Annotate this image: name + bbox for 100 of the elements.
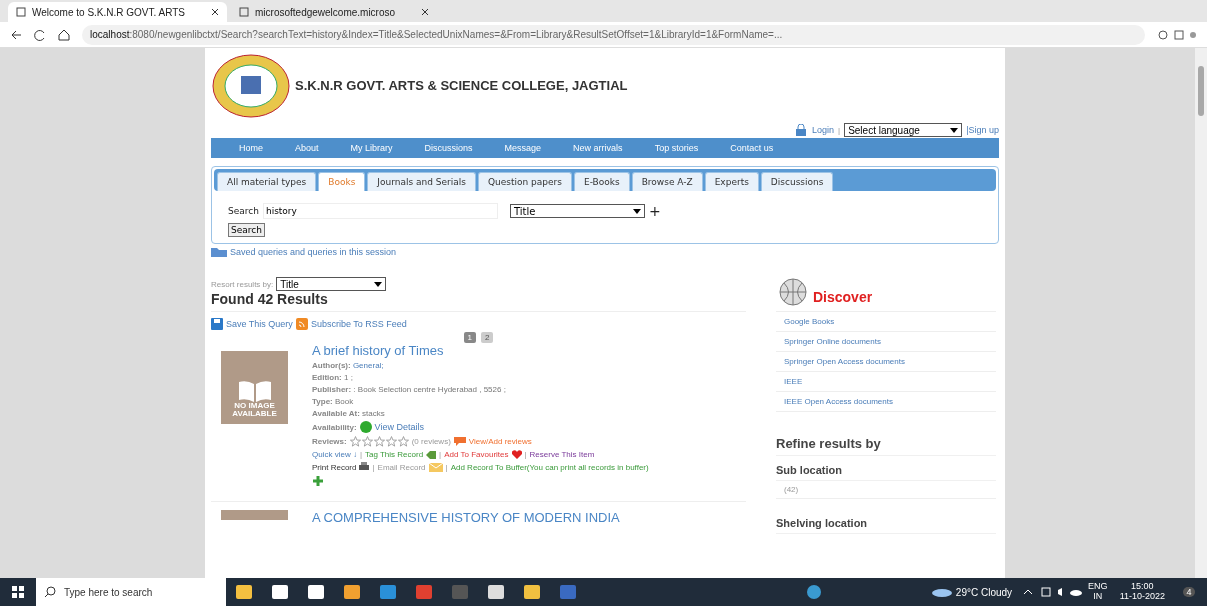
- save-query-link[interactable]: Save This Query: [226, 319, 293, 329]
- tray-icon[interactable]: [1022, 586, 1083, 598]
- index-select[interactable]: Title: [509, 204, 645, 218]
- back-icon[interactable]: [10, 28, 22, 41]
- clock-time: 15:00: [1131, 582, 1154, 592]
- college-name: S.K.N.R GOVT. ARTS & SCIENCE COLLEGE, JAGTIAL: [295, 78, 628, 93]
- scrollbar[interactable]: [1195, 48, 1207, 578]
- language-select[interactable]: Select language: [844, 123, 963, 137]
- refresh-icon[interactable]: [34, 28, 46, 41]
- record-field: Author(s): General;: [312, 361, 649, 370]
- browser-tab[interactable]: Welcome to S.K.N.R GOVT. ARTS: [8, 2, 227, 22]
- save-icon: [211, 318, 223, 330]
- tag-record-link[interactable]: Tag This Record: [365, 450, 424, 459]
- record-title[interactable]: A COMPREHENSIVE HISTORY OF MODERN INDIA: [312, 510, 620, 525]
- tab-title: Welcome to S.K.N.R GOVT. ARTS: [32, 6, 185, 18]
- saved-queries-link[interactable]: Saved queries and queries in this session: [230, 247, 397, 257]
- nav-link[interactable]: New arrivals: [557, 143, 639, 153]
- view-details-link[interactable]: View Details: [374, 422, 424, 432]
- envelope-icon: [428, 462, 443, 472]
- material-tab[interactable]: E-Books: [573, 172, 630, 191]
- rss-link[interactable]: Subscribe To RSS Feed: [310, 319, 407, 329]
- material-tab[interactable]: Journals and Serials: [367, 172, 476, 191]
- record-field: Publisher: : Book Selection centre Hyderabad , 5526 ;: [312, 385, 649, 394]
- signup-link[interactable]: |Sign up: [966, 125, 999, 135]
- printer-icon: [359, 462, 370, 472]
- caret-icon: [374, 281, 383, 287]
- comment-icon: [453, 437, 466, 446]
- record-title[interactable]: A brief history of Times: [312, 343, 649, 358]
- address-bar[interactable]: localhost:8080/newgenlibctxt/Search?searchText=history&Index=Title&SelectedUnixNames=&From=Library&ResultSetOffset=1&LibraryId=1&FormName=...: [82, 24, 1145, 45]
- discover-link[interactable]: Google Books: [776, 312, 996, 332]
- nav-link[interactable]: My Library: [334, 143, 409, 153]
- record-field: Type: Book: [312, 397, 649, 406]
- favourites-link[interactable]: Add To Favourites: [444, 450, 509, 459]
- material-tab[interactable]: All material types: [217, 172, 317, 191]
- nav-link[interactable]: Contact us: [714, 143, 790, 153]
- nav-link[interactable]: Message: [488, 143, 558, 153]
- page-icon: [239, 7, 249, 17]
- record-field: Available At: stacks: [312, 409, 649, 418]
- separator: |: [439, 450, 442, 459]
- cover-text: NO IMAGE AVAILABLE: [231, 402, 278, 418]
- nav-link[interactable]: About: [279, 143, 335, 153]
- print-record-link[interactable]: Print Record: [312, 462, 357, 472]
- rss-icon: [295, 318, 308, 330]
- star-icon: [385, 436, 397, 447]
- material-tab[interactable]: Books: [318, 172, 366, 191]
- folder-icon: [211, 247, 227, 257]
- star-icon: [397, 436, 409, 447]
- material-tab[interactable]: Experts: [704, 172, 759, 191]
- login-link[interactable]: Login: [812, 125, 835, 135]
- page-icon: [16, 7, 26, 17]
- browser-tab[interactable]: microsoftedgewelcome.microso: [231, 2, 438, 22]
- nav-link[interactable]: Discussions: [408, 143, 489, 153]
- material-tab[interactable]: Question papers: [477, 172, 572, 191]
- close-icon[interactable]: [421, 8, 430, 16]
- caret-icon: [950, 127, 959, 133]
- close-icon[interactable]: [211, 8, 219, 16]
- email-record-link[interactable]: Email Record: [377, 462, 426, 472]
- search-input[interactable]: history: [262, 203, 498, 219]
- lock-icon: [794, 124, 808, 136]
- discover-link[interactable]: IEEE Open Access documents: [776, 392, 996, 412]
- toolbar-icon[interactable]: [1157, 28, 1197, 41]
- search-icon: [44, 586, 56, 598]
- quick-view-link[interactable]: Quick view ↓: [312, 450, 357, 459]
- cover-image: [221, 510, 288, 520]
- nav-link[interactable]: Top stories: [638, 143, 715, 153]
- language-text[interactable]: ENG: [1088, 582, 1108, 592]
- page-link[interactable]: 2: [481, 332, 494, 343]
- view-reviews-link[interactable]: View/Add reviews: [468, 437, 532, 446]
- facet-heading: Shelving location: [776, 513, 996, 534]
- resort-select[interactable]: Title: [276, 277, 387, 291]
- search-placeholder: Type here to search: [64, 586, 153, 598]
- search-button[interactable]: Search: [228, 223, 265, 237]
- weather-text: 29°C Cloudy: [955, 586, 1013, 598]
- region-text: IN: [1093, 592, 1103, 602]
- star-icon: [349, 436, 361, 447]
- add-icon[interactable]: +: [648, 203, 661, 219]
- reserve-link[interactable]: Reserve This Item: [529, 450, 595, 459]
- record-field: Edition: 1 ;: [312, 373, 649, 382]
- notification-badge[interactable]: 4: [1171, 578, 1207, 606]
- tab-title: microsoftedgewelcome.microso: [255, 6, 396, 18]
- star-icon: [361, 436, 373, 447]
- home-icon[interactable]: [58, 28, 70, 41]
- taskbar-search[interactable]: Type here to search: [36, 578, 226, 606]
- availability-label: Availability:: [312, 422, 357, 432]
- nav-link[interactable]: Home: [223, 143, 279, 153]
- facet-heading: Sub location: [776, 460, 996, 481]
- plus-icon[interactable]: [312, 475, 324, 487]
- separator: |: [359, 450, 362, 459]
- discover-link[interactable]: Springer Open Access documents: [776, 352, 996, 372]
- discover-link[interactable]: IEEE: [776, 372, 996, 392]
- page-link[interactable]: 1: [463, 332, 476, 343]
- discover-link[interactable]: Springer Online documents: [776, 332, 996, 352]
- add-to-buffer-link[interactable]: Add Record To Buffer(You can print all records in buffer): [450, 462, 649, 472]
- discover-heading: Discover: [813, 289, 873, 305]
- reviews-label: Reviews:: [312, 437, 347, 446]
- material-tab[interactable]: Browse A-Z: [631, 172, 703, 191]
- search-label: Search: [228, 206, 259, 216]
- material-tab[interactable]: Discussions: [760, 172, 834, 191]
- heart-icon: [511, 450, 522, 459]
- facet-item[interactable]: (42): [776, 481, 996, 499]
